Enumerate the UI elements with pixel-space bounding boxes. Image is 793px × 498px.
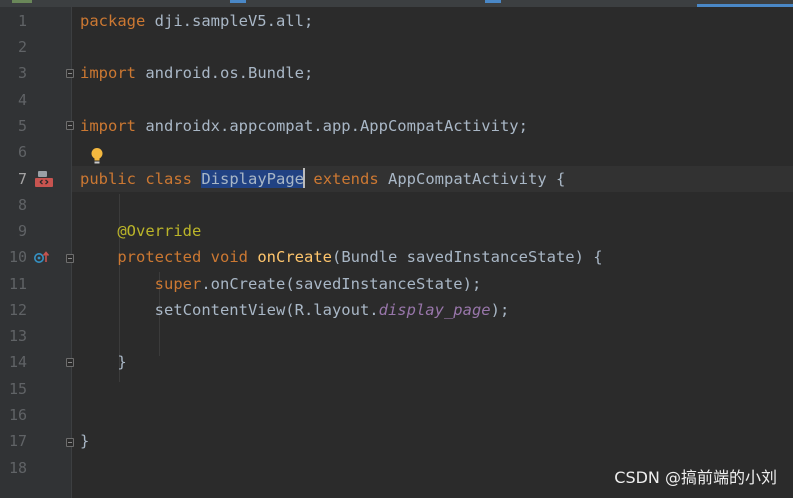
selected-text[interactable]: DisplayPage (201, 170, 305, 188)
line-number: 2 (17, 38, 27, 56)
line-number: 1 (17, 12, 27, 30)
line-number: 16 (8, 406, 27, 424)
code-line: import android.os.Bundle; (80, 64, 314, 82)
override-method-icon[interactable] (33, 250, 51, 264)
code-line-current: public class DisplayPage extends AppComp… (80, 168, 566, 188)
file-tab-icon[interactable] (12, 0, 32, 3)
line-number: 14 (8, 353, 27, 371)
code-line: } (80, 432, 90, 450)
code-line: package dji.sampleV5.all; (80, 12, 314, 30)
editor-tab-strip[interactable] (0, 0, 793, 7)
code-line: protected void onCreate(Bundle savedInst… (117, 248, 603, 266)
line-number: 9 (17, 222, 27, 240)
line-number: 11 (8, 275, 27, 293)
code-line: } (117, 353, 127, 371)
file-tab-icon[interactable] (230, 0, 246, 3)
line-number: 13 (8, 327, 27, 345)
line-number: 4 (17, 91, 27, 109)
line-number: 17 (8, 432, 27, 450)
code-line: setContentView(R.layout.display_page); (154, 301, 510, 319)
text-caret (303, 168, 306, 188)
line-number: 3 (17, 64, 27, 82)
watermark: CSDN @搞前端的小刘 (614, 468, 777, 487)
line-number: 15 (8, 380, 27, 398)
line-number: 6 (17, 143, 27, 161)
line-number: 18 (8, 459, 27, 477)
code-line: import androidx.appcompat.app.AppCompatA… (80, 117, 528, 135)
line-number: 5 (17, 117, 27, 135)
android-activity-icon[interactable] (34, 170, 54, 188)
code-line: @Override (117, 222, 202, 240)
line-number: 12 (8, 301, 27, 319)
line-number-current: 7 (17, 170, 27, 188)
line-number: 10 (8, 248, 27, 266)
line-number: 8 (17, 196, 27, 214)
code-editor[interactable]: package dji.sampleV5.all; import android… (72, 7, 793, 498)
file-tab-icon[interactable] (485, 0, 501, 3)
code-line: super.onCreate(savedInstanceState); (154, 275, 482, 293)
